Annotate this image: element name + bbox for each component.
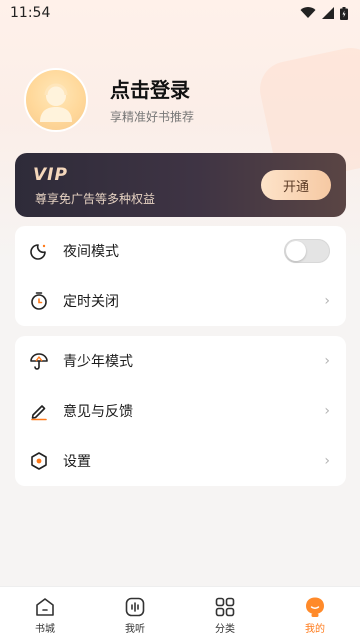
settings-icon — [31, 452, 47, 470]
timer-off-label: 定时关闭 — [63, 294, 119, 310]
settings-row[interactable]: 设置 › — [15, 436, 346, 486]
moon-icon — [30, 244, 46, 260]
night-mode-label: 夜间模式 — [63, 244, 119, 260]
status-icons — [300, 6, 348, 20]
nav-mine-label: 我的 — [305, 624, 325, 635]
login-subtitle: 享精准好书推荐 — [110, 110, 195, 124]
chevron-right-icon: › — [324, 293, 330, 309]
default-avatar-icon — [40, 83, 72, 122]
night-mode-toggle[interactable] — [284, 239, 330, 263]
toggle-knob — [286, 241, 306, 261]
nav-category[interactable]: 分类 — [180, 587, 270, 641]
chevron-right-icon: › — [324, 453, 330, 469]
battery-icon — [340, 6, 348, 20]
status-bar: 11:54 — [0, 0, 360, 26]
vip-logo: VIP — [33, 165, 68, 185]
vip-open-button[interactable]: 开通 — [261, 170, 331, 200]
pen-icon — [31, 405, 47, 421]
wifi-icon — [300, 7, 316, 19]
status-time: 11:54 — [10, 5, 51, 21]
chevron-right-icon: › — [324, 403, 330, 419]
settings-card-1: 夜间模式 定时关闭 › — [15, 226, 346, 326]
timer-icon — [31, 292, 47, 310]
profile-section[interactable]: 点击登录 享精准好书推荐 — [24, 68, 336, 132]
nav-bookstore-label: 书城 — [35, 624, 55, 635]
vip-card[interactable]: VIP 尊享免广告等多种权益 开通 — [15, 153, 346, 217]
youth-mode-row[interactable]: 青少年模式 › — [15, 336, 346, 386]
avatar[interactable] — [24, 68, 88, 132]
signal-icon — [322, 7, 334, 19]
login-title[interactable]: 点击登录 — [110, 74, 190, 103]
timer-off-row[interactable]: 定时关闭 › — [15, 276, 346, 326]
grid-icon — [215, 597, 235, 617]
settings-label: 设置 — [63, 454, 91, 470]
feedback-row[interactable]: 意见与反馈 › — [15, 386, 346, 436]
settings-card-2: 青少年模式 › 意见与反馈 › 设置 › — [15, 336, 346, 486]
profile-icon — [306, 597, 324, 617]
vip-description: 尊享免广告等多种权益 — [35, 192, 156, 206]
nav-bookstore[interactable]: 书城 — [0, 587, 90, 641]
audio-icon — [125, 597, 145, 617]
home-icon — [36, 598, 54, 616]
nav-mine[interactable]: 我的 — [270, 587, 360, 641]
umbrella-icon — [30, 353, 48, 370]
night-mode-row[interactable]: 夜间模式 — [15, 226, 346, 276]
nav-listen-label: 我听 — [125, 624, 145, 635]
bottom-nav: 书城 我听 分类 我的 — [0, 586, 360, 641]
nav-category-label: 分类 — [215, 624, 235, 635]
youth-mode-label: 青少年模式 — [63, 354, 133, 370]
feedback-label: 意见与反馈 — [63, 404, 133, 420]
nav-listen[interactable]: 我听 — [90, 587, 180, 641]
chevron-right-icon: › — [324, 353, 330, 369]
